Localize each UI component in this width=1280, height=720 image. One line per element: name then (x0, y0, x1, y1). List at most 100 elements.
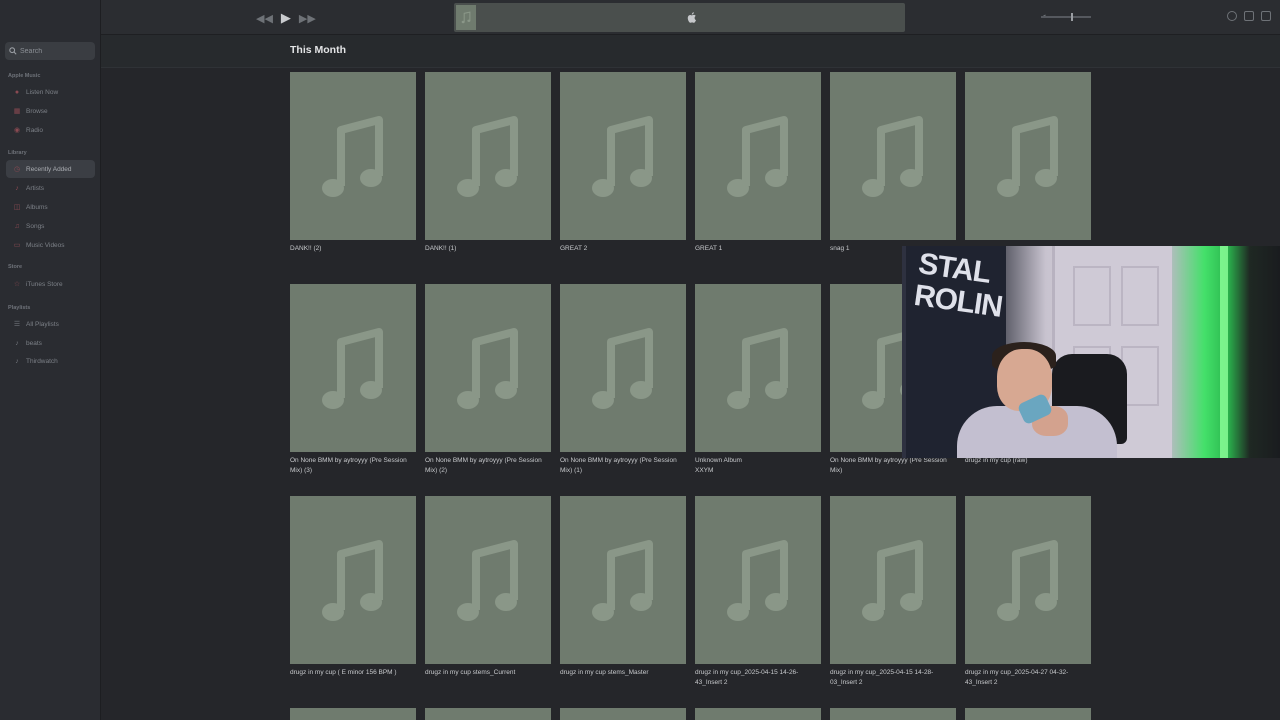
album-cover[interactable] (560, 496, 686, 664)
sidebar-item-playlist-thirdwatch[interactable]: ♪ Thirdwatch (6, 352, 95, 370)
volume-slider[interactable] (1041, 13, 1091, 21)
banner-text: STAL ROLIN (911, 247, 1005, 324)
page-title: This Month (290, 44, 346, 56)
album-cover[interactable] (695, 496, 821, 664)
sidebar-item-all-playlists[interactable]: ☰ All Playlists (6, 315, 95, 333)
sidebar-item-playlist-beats[interactable]: ♪ beats (6, 334, 95, 352)
album-cover[interactable] (290, 708, 416, 720)
album-cover[interactable] (830, 72, 956, 240)
sidebar-item-recently-added[interactable]: ◷ Recently Added (6, 160, 95, 178)
album-tile[interactable]: drugz in my cup ( E minor 156 BPM ) (290, 496, 416, 678)
volume-knob[interactable] (1071, 13, 1073, 21)
album-cover[interactable] (695, 708, 821, 720)
album-cover[interactable] (425, 72, 551, 240)
play-icon[interactable]: ▶ (281, 10, 291, 26)
album-title: drugz in my cup_2025-04-27 04-32-43_Inse… (965, 669, 1069, 686)
album-cover[interactable] (560, 284, 686, 452)
album-tile[interactable]: GREAT 2 (560, 72, 686, 254)
album-cover[interactable] (425, 708, 551, 720)
music-note-icon (457, 540, 518, 621)
album-tile[interactable]: drugz in my cup_2025-04-27 04-32-43_Inse… (965, 496, 1091, 688)
album-cover[interactable] (830, 496, 956, 664)
album-cover[interactable] (425, 284, 551, 452)
airplay-icon[interactable] (1227, 11, 1237, 21)
webcam-overlay: STAL ROLIN (902, 246, 1280, 458)
toolbar-right-icons (1227, 11, 1271, 21)
sidebar-item-browse[interactable]: ▦ Browse (6, 102, 95, 120)
album-tile[interactable]: DANK!! (2) (290, 72, 416, 254)
music-note-icon (322, 328, 383, 409)
grid-icon: ▦ (13, 108, 21, 115)
lyrics-icon[interactable] (1244, 11, 1254, 21)
section-head-library: Library (8, 150, 27, 156)
album-cover[interactable] (965, 496, 1091, 664)
album-tile[interactable]: drugz in my cup_2025-04-15 14-26-43_Inse… (695, 496, 821, 688)
album-cover[interactable] (965, 72, 1091, 240)
album-cover[interactable] (560, 708, 686, 720)
album-tile[interactable]: drugz in my cup_2025-04-15 14-28-03_Inse… (830, 496, 956, 688)
music-note-icon (461, 11, 471, 24)
album-tile[interactable]: On None BMM by aytroyyy (Pre Session Mix… (290, 284, 416, 476)
sidebar-item-itunes-store[interactable]: ☆ iTunes Store (6, 275, 95, 293)
sidebar-item-music-videos[interactable]: ▭ Music Videos (6, 236, 95, 254)
title-band: This Month (101, 35, 1280, 68)
album-cover[interactable] (425, 496, 551, 664)
album-tile[interactable] (695, 708, 821, 720)
album-tile[interactable]: drugz in my cup stems_Current (425, 496, 551, 678)
album-tile[interactable] (560, 708, 686, 720)
search-input[interactable] (20, 47, 92, 55)
music-note-icon (457, 116, 518, 197)
music-note-icon (997, 116, 1058, 197)
album-tile[interactable] (965, 72, 1091, 244)
now-playing-artwork (456, 5, 476, 30)
album-tile[interactable]: Unknown Album XXYM (695, 284, 821, 476)
album-title: On None BMM by aytroyyy (Pre Session Mix… (560, 457, 677, 474)
album-title: Unknown Album (695, 457, 742, 464)
star-icon: ☆ (13, 281, 21, 288)
music-note-icon (592, 540, 653, 621)
album-tile[interactable]: GREAT 1 (695, 72, 821, 254)
album-cover[interactable] (830, 708, 956, 720)
album-cover[interactable] (290, 496, 416, 664)
album-cover[interactable] (560, 72, 686, 240)
album-title: On None BMM by aytroyyy (Pre Session Mix… (290, 457, 407, 474)
sidebar-item-listen-now[interactable]: ● Listen Now (6, 83, 95, 101)
video-icon: ▭ (13, 242, 21, 249)
album-cover[interactable] (695, 284, 821, 452)
album-cover[interactable] (695, 72, 821, 240)
clock-icon: ◷ (13, 166, 21, 173)
sidebar-item-songs[interactable]: ♫ Songs (6, 217, 95, 235)
music-note-icon (457, 328, 518, 409)
album-title: drugz in my cup_2025-04-15 14-28-03_Inse… (830, 669, 934, 686)
album-cover[interactable] (290, 284, 416, 452)
radio-icon: ◉ (13, 127, 21, 134)
sidebar-item-artists[interactable]: ♪ Artists (6, 179, 95, 197)
album-title: drugz in my cup stems_Current (425, 669, 516, 676)
sidebar-item-albums[interactable]: ◫ Albums (6, 198, 95, 216)
album-title: GREAT 2 (560, 245, 588, 252)
album-tile[interactable] (965, 708, 1091, 720)
album-tile[interactable] (425, 708, 551, 720)
rewind-icon[interactable]: ◀◀ (256, 12, 273, 25)
album-title: On None BMM by aytroyyy (Pre Session Mix… (830, 457, 947, 474)
section-head-store: Store (8, 264, 23, 270)
album-tile[interactable]: On None BMM by aytroyyy (Pre Session Mix… (425, 284, 551, 476)
music-note-icon (862, 540, 923, 621)
now-playing-display[interactable] (454, 3, 905, 32)
album-tile[interactable]: DANK!! (1) (425, 72, 551, 254)
album-tile[interactable]: On None BMM by aytroyyy (Pre Session Mix… (560, 284, 686, 476)
album-tile[interactable] (830, 708, 956, 720)
playlist-icon: ♪ (15, 339, 19, 347)
album-tile[interactable]: drugz in my cup stems_Master (560, 496, 686, 678)
search-box[interactable] (5, 42, 95, 60)
album-tile[interactable]: snag 1 (830, 72, 956, 254)
fast-forward-icon[interactable]: ▶▶ (299, 12, 316, 25)
toolbar: ◀◀ ▶ ▶▶ ◂ (101, 0, 1280, 35)
album-title: drugz in my cup ( E minor 156 BPM ) (290, 669, 397, 676)
album-cover[interactable] (965, 708, 1091, 720)
music-note-icon (322, 116, 383, 197)
album-tile[interactable] (290, 708, 416, 720)
queue-icon[interactable] (1261, 11, 1271, 21)
album-cover[interactable] (290, 72, 416, 240)
sidebar-item-radio[interactable]: ◉ Radio (6, 121, 95, 139)
